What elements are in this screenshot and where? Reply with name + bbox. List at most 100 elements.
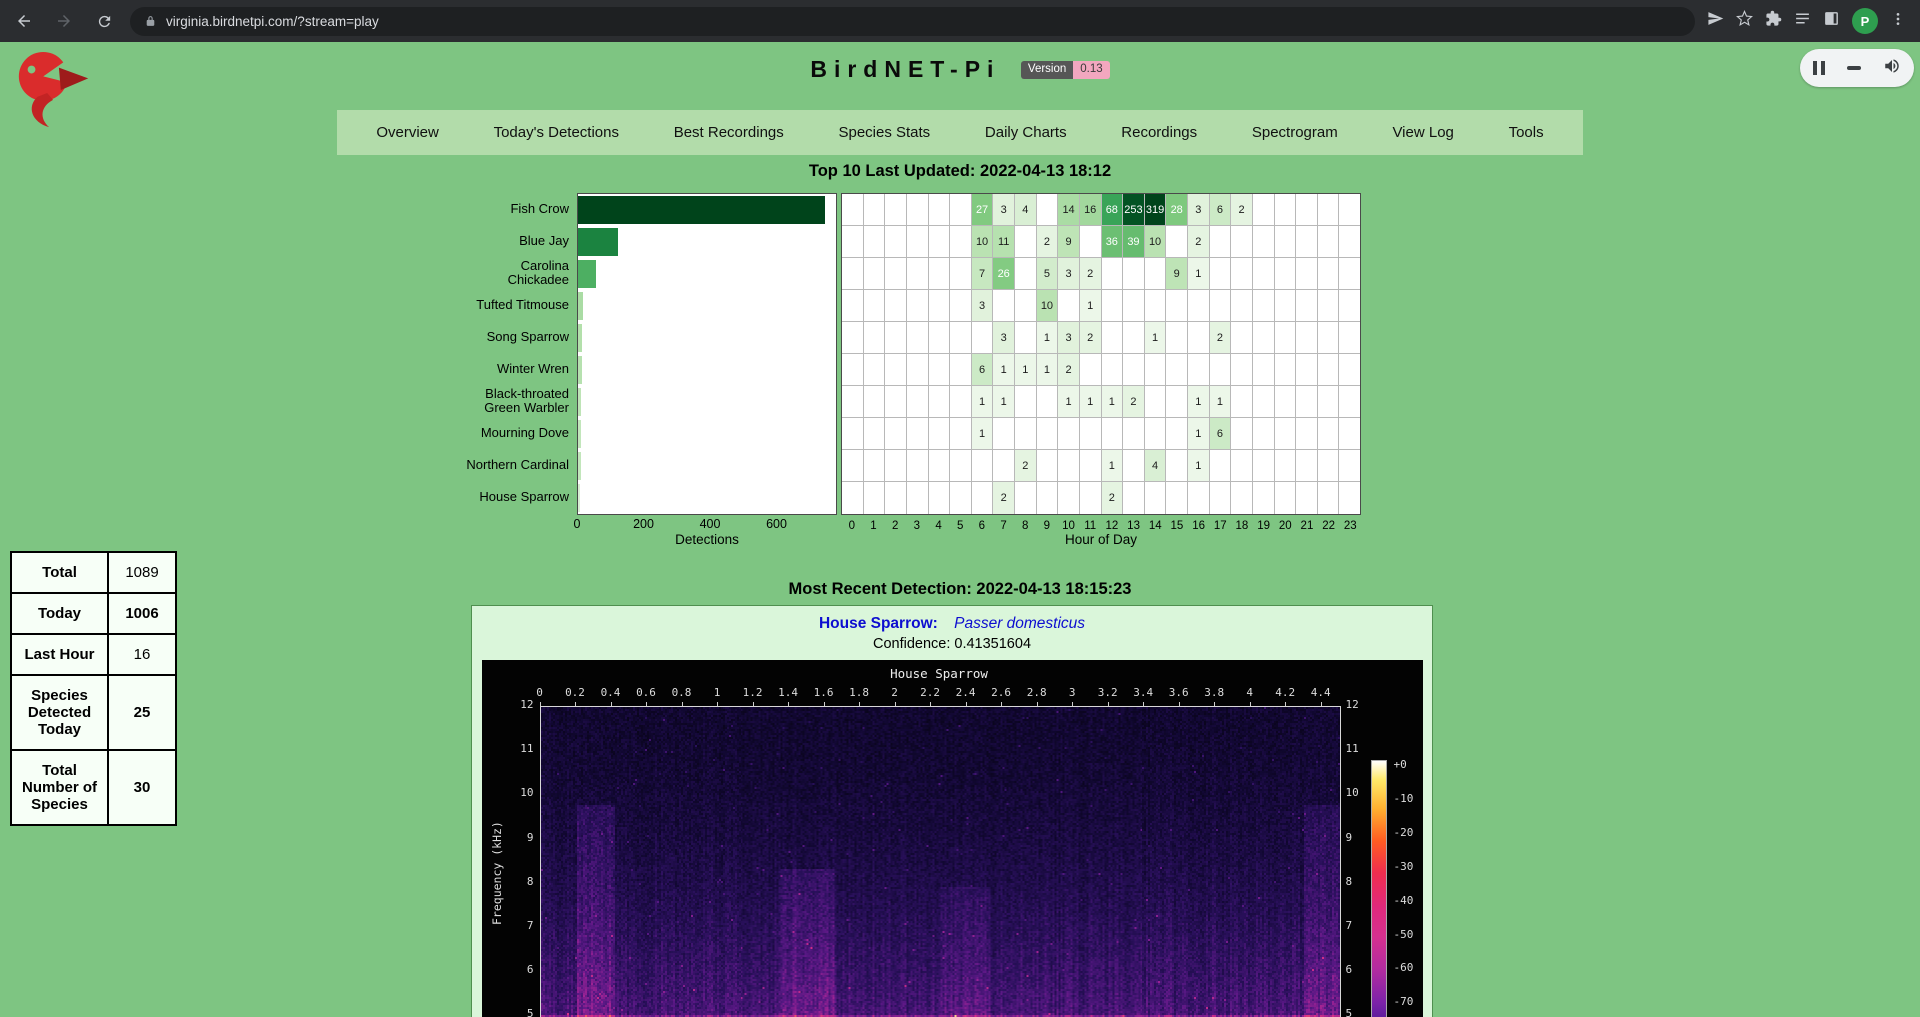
heatmap-cell: 1 xyxy=(972,418,994,450)
heatmap-cell xyxy=(1339,258,1360,290)
nav-item-daily-charts[interactable]: Daily Charts xyxy=(985,124,1067,141)
time-tick xyxy=(1179,702,1180,706)
freq-tick-label: 9 xyxy=(1346,831,1353,844)
heatmap-cell xyxy=(929,354,951,386)
hour-tick-label: 3 xyxy=(906,520,928,532)
heatmap-cell xyxy=(1080,482,1102,514)
species-labels-column: Fish CrowBlue JayCarolina ChickadeeTufte… xyxy=(440,193,577,513)
species-label: Winter Wren xyxy=(440,353,577,385)
bar-row xyxy=(578,482,836,514)
heatmap-cell xyxy=(864,450,886,482)
nav-item-spectrogram[interactable]: Spectrogram xyxy=(1252,124,1338,141)
time-tick-label: 3.6 xyxy=(1164,686,1194,699)
bar-x-axis: 0200400600 xyxy=(577,515,837,532)
species-label: Blue Jay xyxy=(440,225,577,257)
back-icon[interactable] xyxy=(8,5,40,37)
time-tick xyxy=(646,702,647,706)
hour-tick-label: 11 xyxy=(1079,520,1101,532)
time-tick-label: 2.8 xyxy=(1022,686,1052,699)
heatmap-cell xyxy=(1318,354,1340,386)
species-label: Song Sparrow xyxy=(440,321,577,353)
hour-tick-label: 13 xyxy=(1123,520,1145,532)
nav-item-species-stats[interactable]: Species Stats xyxy=(838,124,930,141)
hour-tick-label: 7 xyxy=(993,520,1015,532)
time-tick-label: 0.4 xyxy=(596,686,626,699)
hour-tick-label: 2 xyxy=(884,520,906,532)
hour-tick-label: 15 xyxy=(1166,520,1188,532)
heatmap-cell: 3 xyxy=(1058,322,1080,354)
heatmap-cell xyxy=(929,290,951,322)
nav-item-recordings[interactable]: Recordings xyxy=(1121,124,1197,141)
volume-icon[interactable] xyxy=(1883,57,1901,80)
heatmap-cell xyxy=(1102,354,1124,386)
send-icon[interactable] xyxy=(1707,10,1724,32)
heatmap-cell xyxy=(1253,418,1275,450)
nav-item-overview[interactable]: Overview xyxy=(376,124,439,141)
heatmap-cell xyxy=(1210,290,1232,322)
time-tick xyxy=(1001,702,1002,706)
heatmap-cell: 1 xyxy=(1015,354,1037,386)
pause-icon[interactable] xyxy=(1813,61,1825,75)
heatmap-row: 273414166825331928362 xyxy=(842,194,1360,226)
bar-row xyxy=(578,450,836,482)
main-nav: Overview Today's Detections Best Recordi… xyxy=(337,110,1583,155)
extensions-icon[interactable] xyxy=(1765,10,1782,32)
heatmap-cell xyxy=(1231,418,1253,450)
nav-item-todays-detections[interactable]: Today's Detections xyxy=(494,124,619,141)
time-tick xyxy=(895,702,896,706)
heatmap-cell: 6 xyxy=(1210,418,1232,450)
heatmap-cell: 1 xyxy=(1188,258,1210,290)
time-tick-label: 1 xyxy=(702,686,732,699)
heatmap-cell xyxy=(929,322,951,354)
detection-count-bar xyxy=(578,452,581,480)
heatmap-cell xyxy=(1339,418,1360,450)
menu-kebab-icon[interactable] xyxy=(1890,11,1906,32)
time-tick xyxy=(1250,702,1251,706)
time-tick xyxy=(1285,702,1286,706)
heatmap-cell: 1 xyxy=(1188,418,1210,450)
heatmap-cell xyxy=(885,386,907,418)
hour-tick-label: 9 xyxy=(1036,520,1058,532)
detection-count-bar xyxy=(578,260,596,288)
heatmap-cell xyxy=(1123,418,1145,450)
heatmap-cell: 26 xyxy=(993,258,1015,290)
detection-species-link[interactable]: House Sparrow: xyxy=(819,615,938,632)
url-text: virginia.birdnetpi.com/?stream=play xyxy=(166,14,379,29)
detection-scientific-name[interactable]: Passer domesticus xyxy=(954,615,1085,632)
db-colorbar xyxy=(1371,760,1387,1017)
stat-value-link[interactable]: 25 xyxy=(108,675,176,750)
heatmap-cell: 7 xyxy=(972,258,994,290)
heatmap-cell xyxy=(864,290,886,322)
time-tick xyxy=(859,702,860,706)
heatmap-cell xyxy=(1231,290,1253,322)
seek-handle[interactable] xyxy=(1847,66,1861,70)
star-icon[interactable] xyxy=(1736,10,1753,32)
heatmap-cell xyxy=(1210,450,1232,482)
nav-item-view-log[interactable]: View Log xyxy=(1392,124,1453,141)
stat-value-link[interactable]: 30 xyxy=(108,750,176,825)
heatmap-cell xyxy=(885,322,907,354)
heatmap-cell xyxy=(864,482,886,514)
nav-item-best-recordings[interactable]: Best Recordings xyxy=(674,124,784,141)
heatmap-cell xyxy=(1210,226,1232,258)
time-tick-label: 0.8 xyxy=(667,686,697,699)
heatmap-cell xyxy=(950,482,972,514)
heatmap-cell xyxy=(864,386,886,418)
url-bar[interactable]: virginia.birdnetpi.com/?stream=play xyxy=(130,7,1695,36)
stat-value-link[interactable]: 1006 xyxy=(108,593,176,634)
side-panel-icon[interactable] xyxy=(1823,10,1840,32)
audio-player[interactable] xyxy=(1800,49,1914,87)
reload-icon[interactable] xyxy=(88,5,120,37)
time-tick-label: 2 xyxy=(880,686,910,699)
nav-item-tools[interactable]: Tools xyxy=(1509,124,1544,141)
profile-avatar[interactable]: P xyxy=(1852,8,1878,34)
heatmap-cell xyxy=(1015,290,1037,322)
forward-icon[interactable] xyxy=(48,5,80,37)
hour-tick-label: 8 xyxy=(1014,520,1036,532)
freq-tick-label: 5 xyxy=(508,1007,534,1017)
freq-tick-label: 6 xyxy=(1346,963,1353,976)
reading-list-icon[interactable] xyxy=(1794,10,1811,32)
heatmap-cell xyxy=(1166,354,1188,386)
heatmap-cell: 1 xyxy=(1037,354,1059,386)
hourly-heatmap: 2734141668253319283621011293639102726532… xyxy=(841,193,1361,547)
